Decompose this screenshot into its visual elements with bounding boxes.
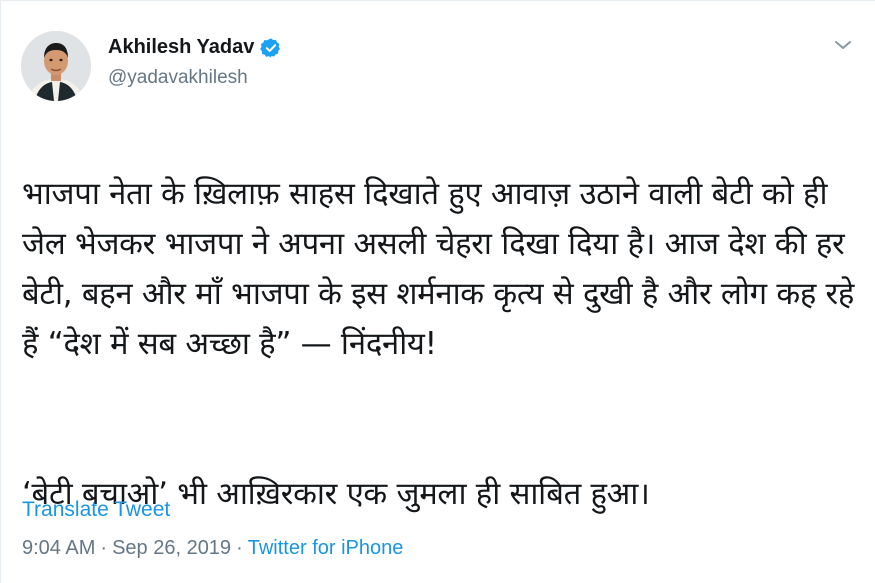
tweet-date[interactable]: Sep 26, 2019 <box>112 537 231 560</box>
tweet-source-link[interactable]: Twitter for iPhone <box>248 537 404 560</box>
author-name[interactable]: Akhilesh Yadav <box>108 36 254 59</box>
tweet-text: भाजपा नेता के ख़िलाफ़ साहस दिखाते हुए आव… <box>22 119 857 519</box>
meta-separator-2: · <box>236 537 243 559</box>
author-name-row[interactable]: Akhilesh Yadav <box>108 36 282 59</box>
chevron-down-icon[interactable] <box>832 37 854 53</box>
tweet-meta: 9:04 AM · Sep 26, 2019 · Twitter for iPh… <box>22 537 403 560</box>
tweet-time[interactable]: 9:04 AM <box>22 537 95 560</box>
avatar[interactable] <box>21 31 91 101</box>
avatar-image <box>21 31 91 101</box>
author-handle[interactable]: @yadavakhilesh <box>108 67 248 89</box>
translate-tweet-link[interactable]: Translate Tweet <box>22 498 170 522</box>
tweet-card: Akhilesh Yadav @yadavakhilesh भाजपा नेता… <box>0 0 875 583</box>
meta-separator: · <box>100 537 108 559</box>
verified-badge-icon <box>260 37 282 59</box>
tweet-paragraph-1: भाजपा नेता के ख़िलाफ़ साहस दिखाते हुए आव… <box>22 176 855 362</box>
